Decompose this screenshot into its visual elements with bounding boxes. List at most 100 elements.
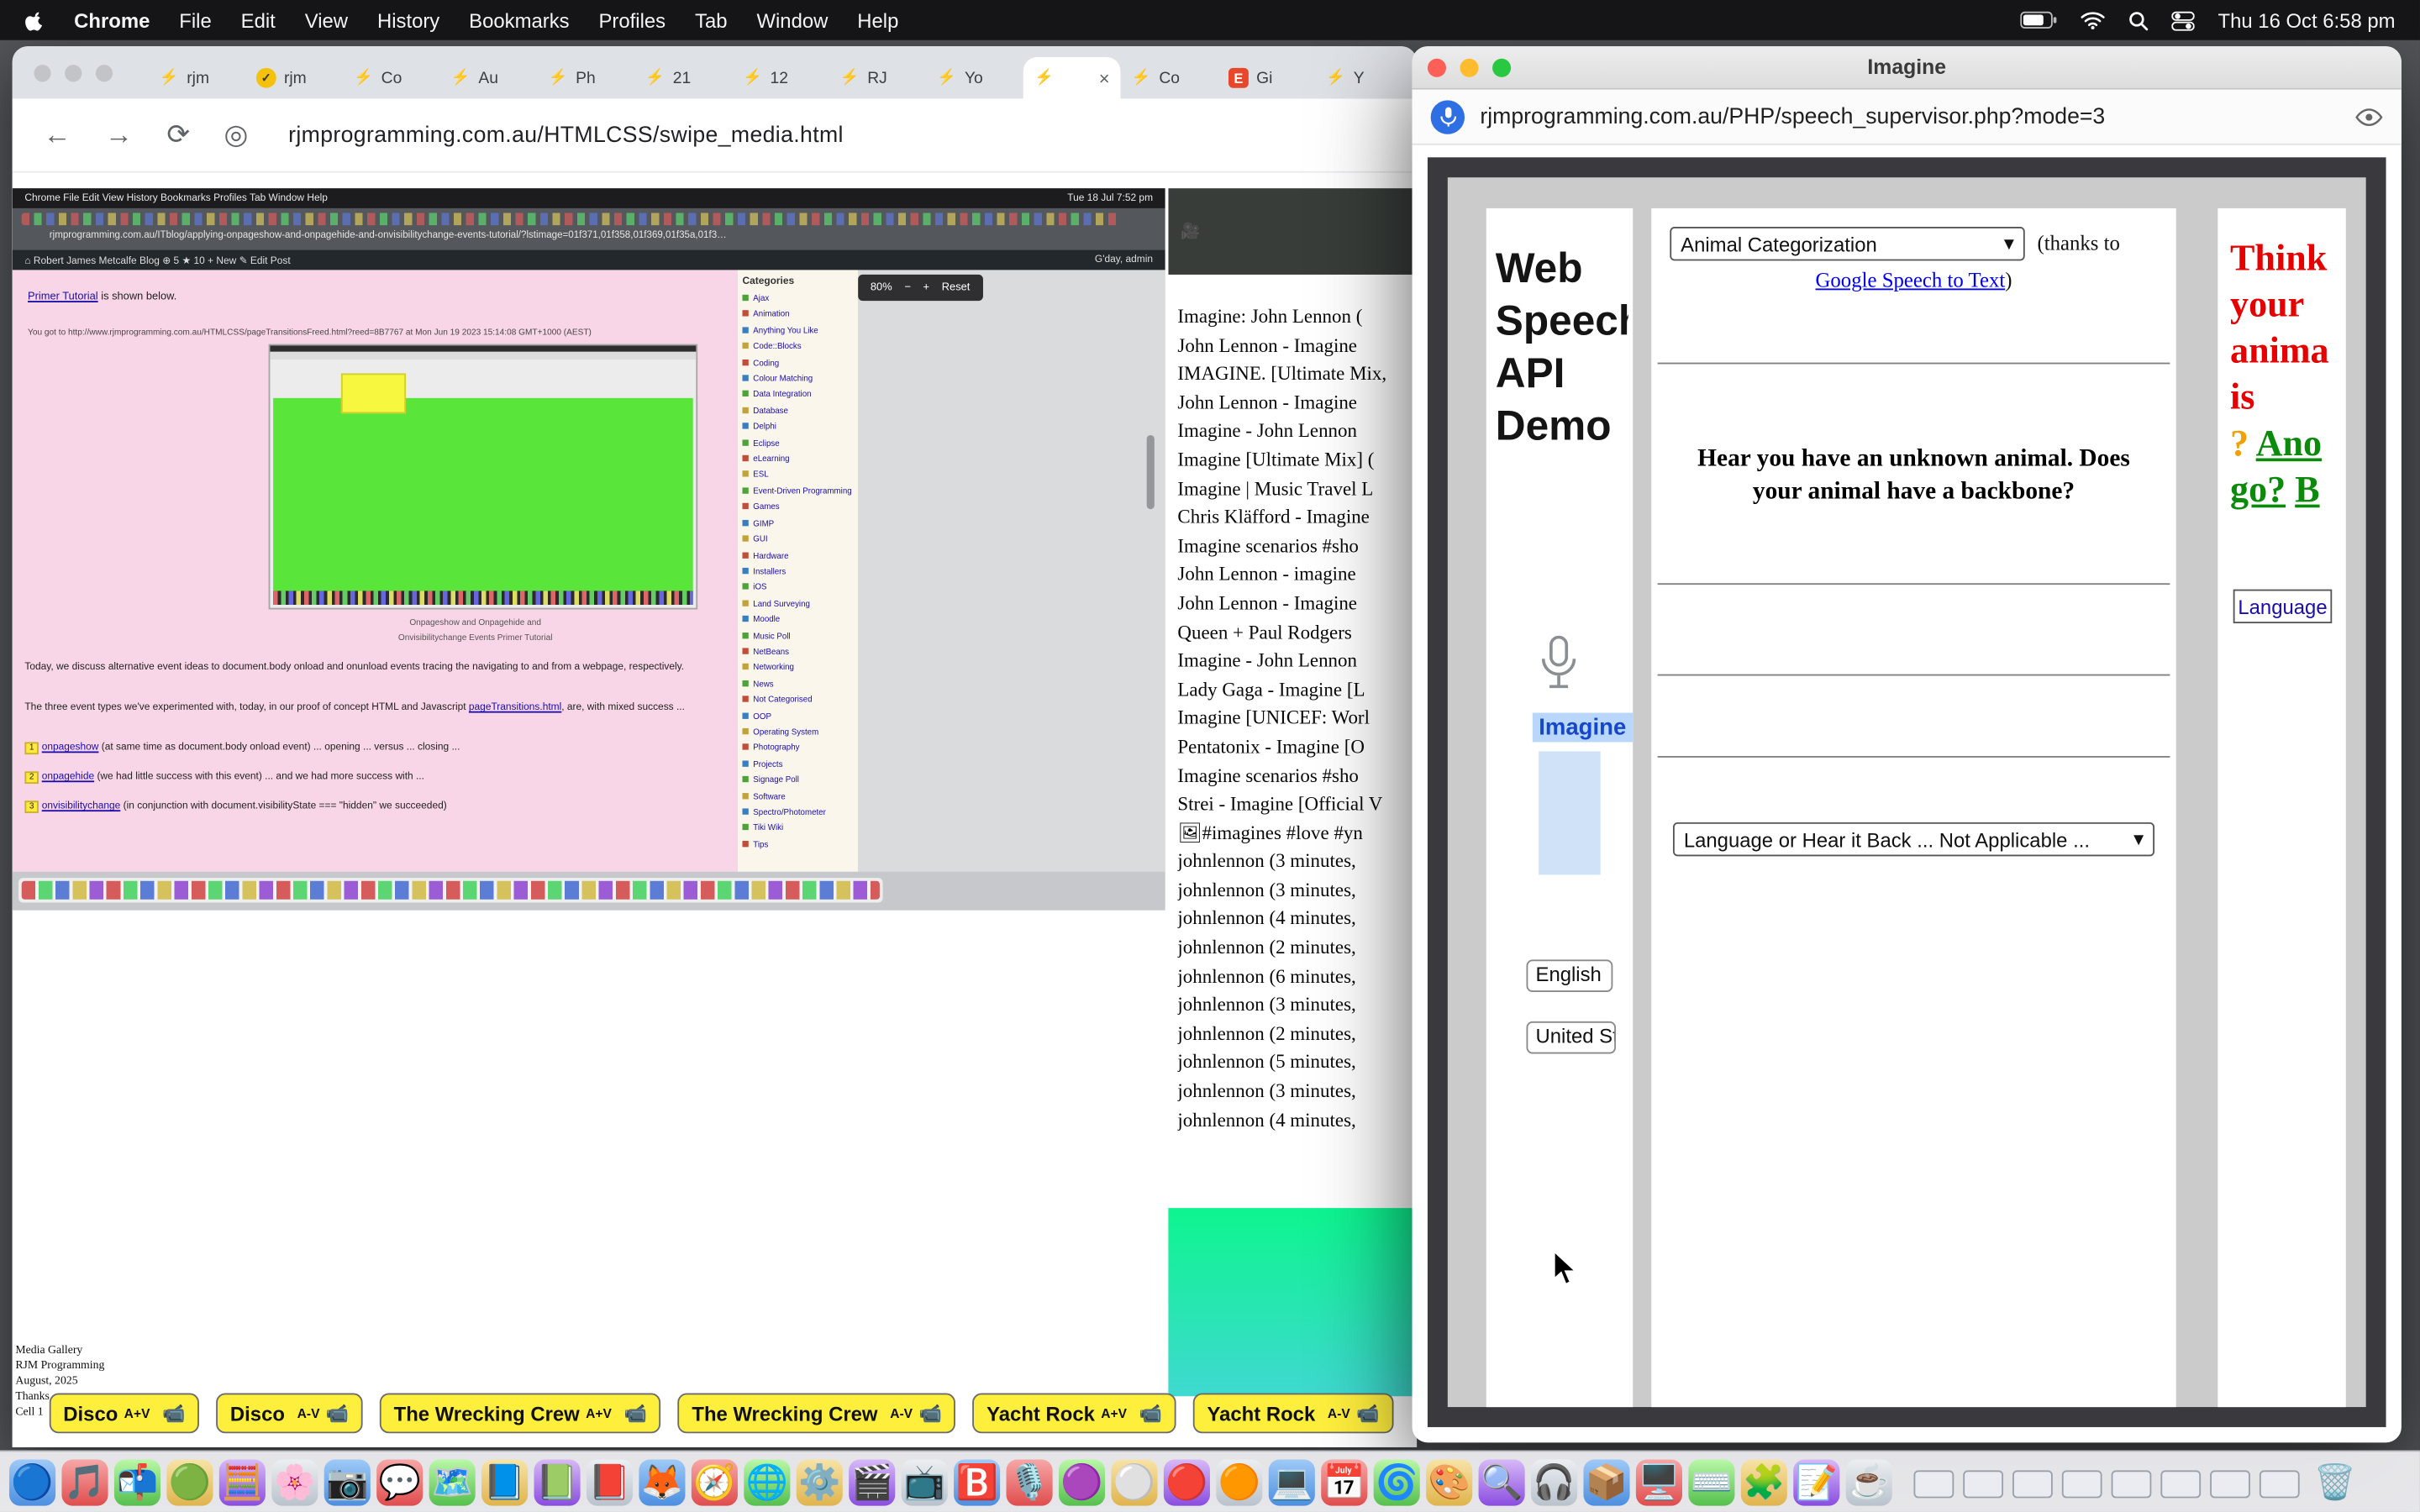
browser-tab[interactable]: ⚡ Ph <box>537 57 634 99</box>
media-list-item[interactable]: John Lennon - Imagine <box>1177 388 1412 417</box>
address-bar[interactable]: rjmprogramming.com.au/HTMLCSS/swipe_medi… <box>288 123 844 147</box>
category-item[interactable]: Spectro/Photometer <box>742 806 853 822</box>
reload-icon[interactable]: ⟳ <box>166 118 190 151</box>
media-list-item[interactable]: Imagine | Music Travel L <box>1177 475 1412 503</box>
dock-app-icon[interactable]: 🎵 <box>61 1459 108 1505</box>
minimized-window-thumbnail[interactable] <box>2160 1469 2201 1497</box>
category-item[interactable]: Coding <box>742 356 853 372</box>
media-list-item[interactable]: Chris Kläfford - Imagine <box>1177 503 1412 532</box>
media-list-item[interactable]: Imagine - John Lennon <box>1177 647 1412 675</box>
minimized-window-thumbnail[interactable] <box>2112 1469 2152 1497</box>
category-item[interactable]: Database <box>742 404 853 420</box>
imagine-url-bar[interactable]: rjmprogramming.com.au/PHP/speech_supervi… <box>1413 90 2402 145</box>
dock-app-icon[interactable]: 📗 <box>534 1459 580 1505</box>
zoom-window-button[interactable] <box>96 65 113 81</box>
menu-profiles[interactable]: Profiles <box>598 8 666 32</box>
dock-app-icon[interactable]: 🔴 <box>1164 1459 1210 1505</box>
eye-icon[interactable] <box>2355 108 2383 126</box>
dock-app-icon[interactable]: 🌸 <box>271 1459 318 1505</box>
search-icon[interactable] <box>2128 10 2149 30</box>
media-list-item[interactable]: Queen + Paul Rodgers <box>1177 618 1412 647</box>
dock-app-icon[interactable]: 🎨 <box>1426 1459 1472 1505</box>
dock-app-icon[interactable]: ☕ <box>1846 1459 1892 1505</box>
minimized-window-thumbnail[interactable] <box>1963 1469 2003 1497</box>
category-item[interactable]: eLearning <box>742 452 853 468</box>
media-button[interactable]: Yacht RockA+V 📹 <box>973 1394 1176 1434</box>
category-item[interactable]: Hardware <box>742 549 853 564</box>
back-icon[interactable]: ← <box>43 118 71 151</box>
minimize-button[interactable] <box>1460 59 1479 77</box>
browser-tab[interactable]: ⚡ × <box>1023 57 1121 99</box>
wifi-icon[interactable] <box>2081 11 2105 29</box>
menu-view[interactable]: View <box>305 8 348 32</box>
category-item[interactable]: Music Poll <box>742 629 853 645</box>
category-item[interactable]: Not Categorised <box>742 693 853 709</box>
media-list-item[interactable]: John Lennon - Imagine <box>1177 331 1412 360</box>
media-list-item[interactable]: Pentatonix - Imagine [O <box>1177 732 1412 761</box>
minimized-window-thumbnail[interactable] <box>2062 1469 2102 1497</box>
category-item[interactable]: Anything You Like <box>742 323 853 339</box>
another-go-link[interactable]: Ano <box>2256 424 2322 465</box>
media-button[interactable]: DiscoA+V 📹 <box>50 1394 199 1434</box>
another-go-link-2[interactable]: go? <box>2230 470 2286 511</box>
media-list-item[interactable]: Imagine - John Lennon <box>1177 417 1412 446</box>
media-button[interactable]: The Wrecking CrewA-V 📹 <box>678 1394 956 1434</box>
primer-tutorial-link[interactable]: Primer Tutorial <box>28 291 98 302</box>
dock-app-icon[interactable]: 📅 <box>1321 1459 1367 1505</box>
embedded-scrollbar[interactable] <box>1147 435 1155 509</box>
media-list-item[interactable]: johnlennon (6 minutes, <box>1177 962 1412 990</box>
zoom-out-button[interactable]: − <box>904 282 911 293</box>
browser-tab[interactable]: ⚡ Yo <box>926 57 1023 99</box>
category-item[interactable]: ESL <box>742 468 853 484</box>
category-item[interactable]: Moodle <box>742 612 853 628</box>
category-item[interactable]: Code::Blocks <box>742 339 853 355</box>
dock-app-icon[interactable]: 🟣 <box>1059 1459 1105 1505</box>
microphone-icon[interactable] <box>1537 634 1580 701</box>
menu-tab[interactable]: Tab <box>695 8 728 32</box>
category-item[interactable]: iOS <box>742 580 853 596</box>
minimized-window-thumbnail[interactable] <box>2260 1469 2300 1497</box>
dock-app-icon[interactable]: 💻 <box>1269 1459 1315 1505</box>
browser-tab[interactable]: ⚡ rjm <box>148 57 245 99</box>
back-link[interactable]: B <box>2295 470 2319 511</box>
dock-app-icon[interactable]: 🎬 <box>849 1459 895 1505</box>
apple-icon[interactable] <box>24 10 45 30</box>
english-button[interactable]: English <box>1526 959 1612 992</box>
microphone-badge-icon[interactable] <box>1431 99 1465 133</box>
dock-app-icon[interactable]: 🧭 <box>692 1459 738 1505</box>
media-list-item[interactable]: John Lennon - imagine <box>1177 560 1412 589</box>
browser-tab[interactable]: ⚡ RJ <box>829 57 926 99</box>
tab-close-icon[interactable]: × <box>1099 67 1110 89</box>
dock-app-icon[interactable]: 📕 <box>587 1459 633 1505</box>
category-item[interactable]: Software <box>742 790 853 806</box>
category-item[interactable]: Delphi <box>742 420 853 436</box>
country-button[interactable]: United States <box>1526 1021 1616 1054</box>
category-item[interactable]: Colour Matching <box>742 372 853 388</box>
menu-bookmarks[interactable]: Bookmarks <box>469 8 569 32</box>
dock-app-icon[interactable]: ⚪ <box>1111 1459 1157 1505</box>
dock-app-icon[interactable]: 💬 <box>376 1459 423 1505</box>
category-item[interactable]: News <box>742 677 853 693</box>
media-list-item[interactable]: Lady Gaga - Imagine [L <box>1177 675 1412 704</box>
browser-tab[interactable]: ⚡ Y <box>1315 57 1413 99</box>
window-controls[interactable] <box>34 65 113 81</box>
imagine-url-text[interactable]: rjmprogramming.com.au/PHP/speech_supervi… <box>1480 104 2105 129</box>
dock-app-icon[interactable]: 📬 <box>114 1459 160 1505</box>
dock-app-icon[interactable]: 🌐 <box>744 1459 790 1505</box>
dock-app-icon[interactable]: 🦊 <box>639 1459 685 1505</box>
media-list-item[interactable]: johnlennon (3 minutes, <box>1177 876 1412 905</box>
category-item[interactable]: Ajax <box>742 291 853 307</box>
media-list-item[interactable]: Imagine [Ultimate Mix] ( <box>1177 446 1412 475</box>
category-item[interactable]: Data Integration <box>742 388 853 404</box>
category-item[interactable]: OOP <box>742 709 853 725</box>
dock-app-icon[interactable]: 🎧 <box>1531 1459 1577 1505</box>
dock-app-icon[interactable]: 🧩 <box>1741 1459 1787 1505</box>
category-item[interactable]: Event-Driven Programming <box>742 484 853 500</box>
dock-app-icon[interactable]: 🖥️ <box>1636 1459 1682 1505</box>
media-list-item[interactable]: IMAGINE. [Ultimate Mix, <box>1177 360 1412 388</box>
media-list-item[interactable]: Imagine: John Lennon ( <box>1177 302 1412 331</box>
media-list-item[interactable]: Imagine scenarios #sho <box>1177 532 1412 560</box>
media-list-item[interactable]: John Lennon - Imagine <box>1177 590 1412 618</box>
dock-app-icon[interactable]: 📺 <box>902 1459 948 1505</box>
trash-icon[interactable]: 🗑️ <box>2312 1459 2358 1505</box>
